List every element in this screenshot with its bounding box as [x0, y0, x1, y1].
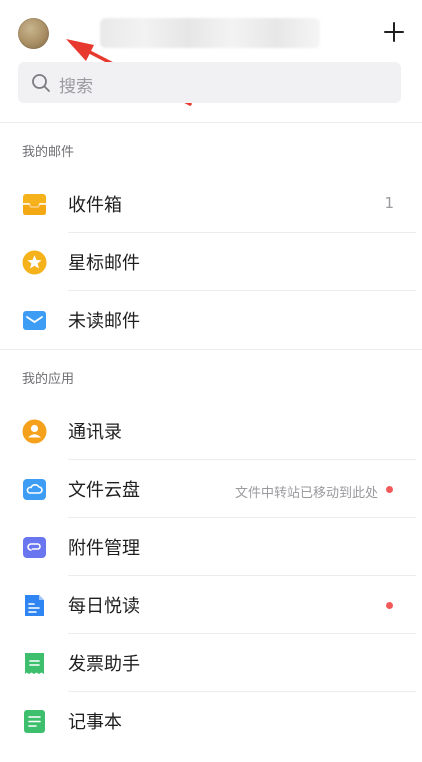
account-name-blurred[interactable] — [100, 18, 320, 48]
sidebar-item-starred[interactable]: 星标邮件 — [0, 233, 422, 291]
sidebar-item-label: 发票助手 — [68, 654, 140, 675]
unread-count: 1 — [384, 194, 394, 212]
sidebar-item-label: 收件箱 — [68, 195, 122, 216]
search-placeholder: 搜索 — [59, 77, 93, 97]
sidebar-item-label: 记事本 — [68, 712, 122, 733]
red-dot-badge — [386, 486, 393, 493]
sidebar-item-daily-reading[interactable]: 每日悦读 — [0, 576, 422, 634]
plus-icon[interactable] — [383, 21, 405, 43]
sidebar-item-invoice[interactable]: 发票助手 — [0, 634, 422, 692]
section-divider — [0, 122, 422, 123]
avatar[interactable] — [18, 18, 49, 49]
section-title-my-mail: 我的邮件 — [22, 145, 75, 160]
notice-text: 文件中转站已移动到此处 — [234, 486, 378, 501]
invoice-icon — [25, 653, 44, 674]
sidebar-item-label: 星标邮件 — [68, 253, 140, 274]
section-title-my-apps: 我的应用 — [22, 372, 75, 387]
daily-reading-icon — [25, 595, 44, 616]
sidebar-item-notepad[interactable]: 记事本 — [0, 692, 422, 750]
attachment-icon — [23, 537, 46, 558]
sidebar-item-attachments[interactable]: 附件管理 — [0, 518, 422, 576]
sidebar-item-label: 每日悦读 — [68, 596, 140, 617]
sidebar-item-label: 未读邮件 — [68, 311, 140, 332]
sidebar-item-cloud-drive[interactable]: 文件云盘 文件中转站已移动到此处 — [0, 460, 422, 518]
sidebar-item-label: 附件管理 — [68, 538, 140, 559]
section-divider — [0, 349, 422, 350]
sidebar-item-unread[interactable]: 未读邮件 — [0, 291, 422, 349]
inbox-icon — [23, 194, 46, 215]
cloud-drive-icon — [23, 479, 46, 500]
star-icon — [22, 250, 47, 275]
red-dot-badge — [386, 602, 393, 609]
search-bar[interactable]: 搜索 — [18, 62, 401, 103]
notepad-icon — [24, 710, 45, 733]
top-bar — [0, 0, 422, 64]
sidebar-item-inbox[interactable]: 收件箱 1 — [0, 175, 422, 233]
sidebar-item-label: 通讯录 — [68, 422, 122, 443]
unread-mail-icon — [23, 311, 46, 330]
contacts-icon — [22, 419, 47, 444]
sidebar-item-label: 文件云盘 — [68, 480, 140, 501]
sidebar-item-contacts[interactable]: 通讯录 — [0, 402, 422, 460]
search-icon — [32, 74, 50, 92]
